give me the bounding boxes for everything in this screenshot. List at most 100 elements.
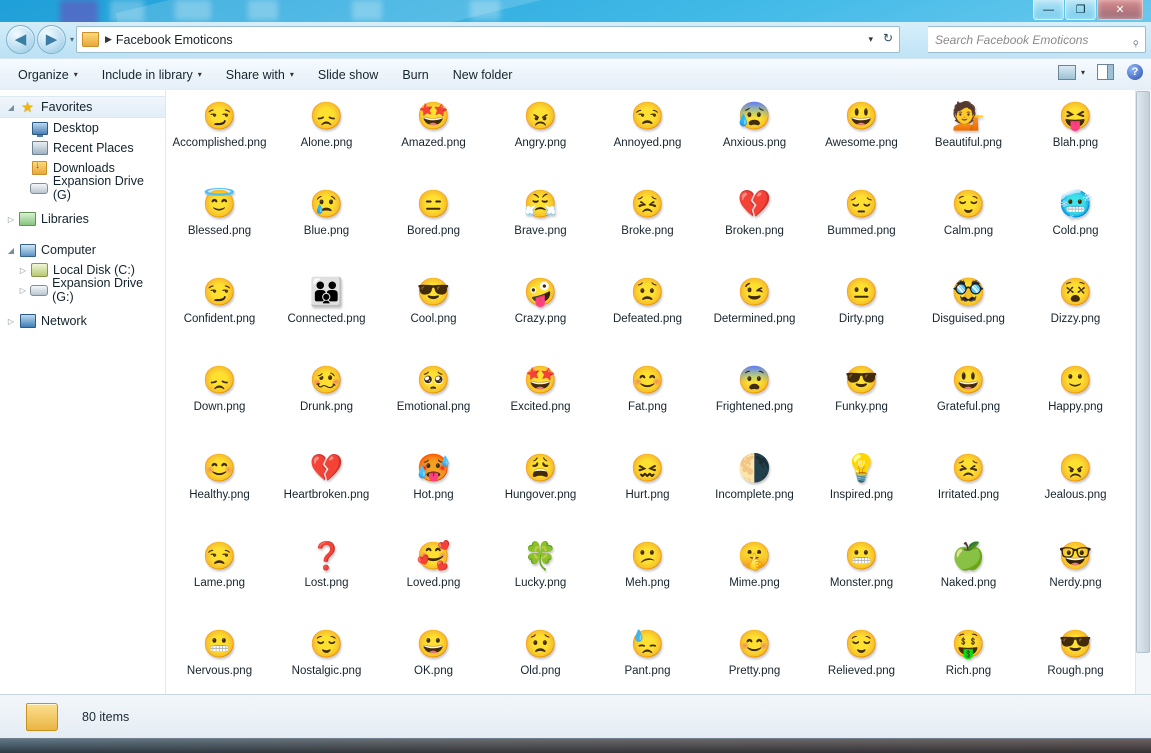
file-item[interactable]: 😊 Healthy.png: [166, 448, 273, 536]
address-input[interactable]: ▶ Facebook Emoticons ▾ ↻: [76, 26, 900, 53]
file-item[interactable]: 😞 Alone.png: [273, 96, 380, 184]
file-list-pane[interactable]: 😏 Accomplished.png 😞 Alone.png 🤩 Amazed.png 😠 A…: [166, 90, 1151, 694]
file-item[interactable]: 🥰 Loved.png: [380, 536, 487, 624]
file-item[interactable]: 😩 Hungover.png: [487, 448, 594, 536]
file-item[interactable]: 😣 Irritated.png: [915, 448, 1022, 536]
file-item[interactable]: 🍏 Naked.png: [915, 536, 1022, 624]
file-item[interactable]: 😖 Hurt.png: [594, 448, 701, 536]
minimize-button[interactable]: —: [1033, 0, 1064, 20]
file-item[interactable]: 😤 Brave.png: [487, 184, 594, 272]
file-item[interactable]: 😊 Fat.png: [594, 360, 701, 448]
refresh-icon[interactable]: ↻: [883, 31, 893, 45]
twisty-icon[interactable]: ▷: [4, 215, 18, 224]
file-item[interactable]: 😊 Pretty.png: [701, 624, 808, 694]
file-item[interactable]: 😠 Angry.png: [487, 96, 594, 184]
file-item[interactable]: 😎 Cool.png: [380, 272, 487, 360]
file-item[interactable]: 😌 Nostalgic.png: [273, 624, 380, 694]
file-item[interactable]: 😏 Accomplished.png: [166, 96, 273, 184]
twisty-icon[interactable]: ◢: [4, 246, 18, 255]
twisty-icon[interactable]: ▷: [16, 286, 30, 295]
layout-pane-button[interactable]: [1095, 63, 1115, 81]
sidebar-item-recent-places[interactable]: Recent Places: [0, 138, 165, 158]
toolbar-item-include-in-library[interactable]: Include in library ▾: [90, 63, 214, 87]
sidebar-item-expansion-drive-g[interactable]: Expansion Drive (G): [0, 174, 165, 202]
toolbar-item-burn[interactable]: Burn: [390, 63, 440, 87]
file-item[interactable]: 😎 Rough.png: [1022, 624, 1129, 694]
file-item[interactable]: 😌 Calm.png: [915, 184, 1022, 272]
file-item[interactable]: 🤩 Excited.png: [487, 360, 594, 448]
file-item[interactable]: 😐 Dirty.png: [808, 272, 915, 360]
file-item[interactable]: 💡 Inspired.png: [808, 448, 915, 536]
file-item[interactable]: 😒 Annoyed.png: [594, 96, 701, 184]
file-item[interactable]: 😟 Old.png: [487, 624, 594, 694]
file-item[interactable]: 😕 Meh.png: [594, 536, 701, 624]
file-item[interactable]: 😒 Lame.png: [166, 536, 273, 624]
toolbar-item-new-folder[interactable]: New folder: [441, 63, 525, 87]
file-item[interactable]: 🙂 Happy.png: [1022, 360, 1129, 448]
file-item[interactable]: 🤫 Mime.png: [701, 536, 808, 624]
file-item[interactable]: 😀 OK.png: [380, 624, 487, 694]
close-button[interactable]: ✕: [1097, 0, 1143, 20]
file-item[interactable]: 😰 Anxious.png: [701, 96, 808, 184]
sidebar-item-expansion-drive-g[interactable]: ▷ Expansion Drive (G:): [0, 276, 165, 304]
twisty-icon[interactable]: ▷: [4, 317, 18, 326]
file-item[interactable]: 🤓 Nerdy.png: [1022, 536, 1129, 624]
file-item[interactable]: 😓 Pant.png: [594, 624, 701, 694]
toolbar-item-share-with[interactable]: Share with ▾: [214, 63, 306, 87]
file-item[interactable]: ❓ Lost.png: [273, 536, 380, 624]
file-item[interactable]: 💁 Beautiful.png: [915, 96, 1022, 184]
file-item[interactable]: 🤑 Rich.png: [915, 624, 1022, 694]
file-item[interactable]: 😌 Relieved.png: [808, 624, 915, 694]
file-item[interactable]: 💔 Broken.png: [701, 184, 808, 272]
chevron-down-icon[interactable]: ▾: [290, 63, 294, 87]
file-item[interactable]: 😬 Nervous.png: [166, 624, 273, 694]
chevron-down-icon[interactable]: ▾: [868, 34, 873, 45]
file-item[interactable]: 😢 Blue.png: [273, 184, 380, 272]
file-item[interactable]: 😝 Blah.png: [1022, 96, 1129, 184]
file-item[interactable]: 😏 Confident.png: [166, 272, 273, 360]
file-item[interactable]: 😞 Down.png: [166, 360, 273, 448]
back-arrow-icon[interactable]: ◀: [6, 25, 35, 54]
history-dropdown-icon[interactable]: ▾: [70, 35, 74, 44]
sidebar-item-network[interactable]: ▷ Network: [0, 311, 165, 331]
twisty-icon[interactable]: ◢: [4, 103, 18, 112]
file-item[interactable]: 🥺 Emotional.png: [380, 360, 487, 448]
file-item[interactable]: 😇 Blessed.png: [166, 184, 273, 272]
file-item[interactable]: 🤩 Amazed.png: [380, 96, 487, 184]
file-item[interactable]: 🥸 Disguised.png: [915, 272, 1022, 360]
breadcrumb[interactable]: Facebook Emoticons: [116, 33, 233, 47]
file-item[interactable]: 🤪 Crazy.png: [487, 272, 594, 360]
file-item[interactable]: 🥴 Drunk.png: [273, 360, 380, 448]
file-item[interactable]: 😵 Dizzy.png: [1022, 272, 1129, 360]
help-button[interactable]: ?: [1125, 63, 1145, 81]
file-item[interactable]: 😨 Frightened.png: [701, 360, 808, 448]
sidebar-item-desktop[interactable]: Desktop: [0, 118, 165, 138]
file-item[interactable]: 🥵 Hot.png: [380, 448, 487, 536]
file-item[interactable]: 🍀 Lucky.png: [487, 536, 594, 624]
file-item[interactable]: 😠 Jealous.png: [1022, 448, 1129, 536]
file-item[interactable]: 😔 Bummed.png: [808, 184, 915, 272]
file-item[interactable]: 😟 Defeated.png: [594, 272, 701, 360]
preview-pane-button[interactable]: [1057, 63, 1077, 81]
search-icon[interactable]: ⌕: [1127, 29, 1148, 50]
file-item[interactable]: 💔 Heartbroken.png: [273, 448, 380, 536]
sidebar-item-libraries[interactable]: ▷ Libraries: [0, 209, 165, 229]
chevron-down-icon[interactable]: ▾: [74, 63, 78, 87]
file-item[interactable]: 😬 Monster.png: [808, 536, 915, 624]
file-item[interactable]: 😎 Funky.png: [808, 360, 915, 448]
file-item[interactable]: 😃 Awesome.png: [808, 96, 915, 184]
chevron-down-icon[interactable]: ▾: [198, 63, 202, 87]
sidebar-item-computer[interactable]: ◢ Computer: [0, 240, 165, 260]
file-item[interactable]: 😑 Bored.png: [380, 184, 487, 272]
file-item[interactable]: 🥶 Cold.png: [1022, 184, 1129, 272]
toolbar-item-organize[interactable]: Organize ▾: [6, 63, 90, 87]
file-item[interactable]: 👪 Connected.png: [273, 272, 380, 360]
sidebar-item-favorites[interactable]: ◢ ★ Favorites: [0, 96, 165, 118]
scrollbar-thumb[interactable]: [1136, 91, 1150, 653]
preview-chevron-down-icon[interactable]: ▾: [1081, 68, 1085, 77]
file-item[interactable]: 🌗 Incomplete.png: [701, 448, 808, 536]
maximize-button[interactable]: ❐: [1065, 0, 1096, 20]
search-input[interactable]: Search Facebook Emoticons ⌕: [928, 26, 1146, 53]
vertical-scrollbar[interactable]: [1135, 90, 1151, 694]
file-item[interactable]: 😉 Determined.png: [701, 272, 808, 360]
